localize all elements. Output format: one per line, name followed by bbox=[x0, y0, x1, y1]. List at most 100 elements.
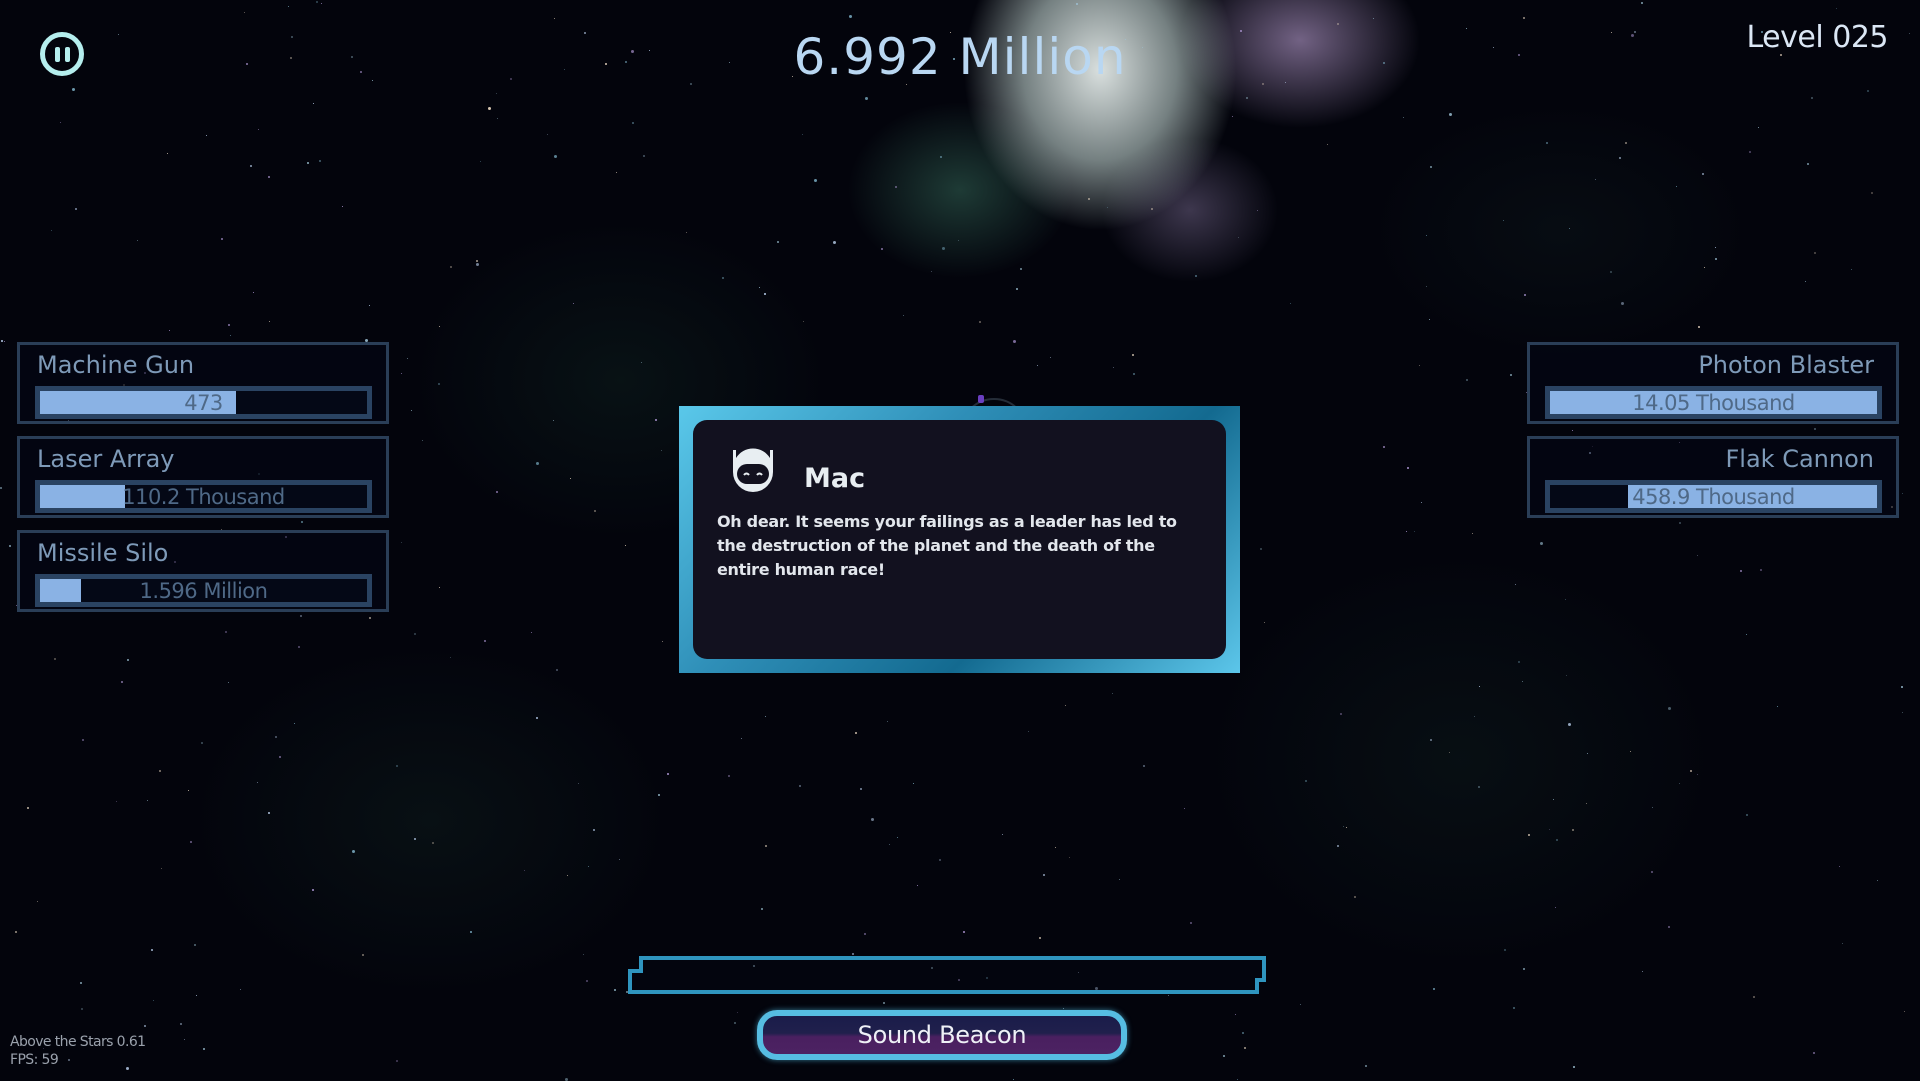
star bbox=[1257, 209, 1259, 211]
star bbox=[1697, 554, 1699, 556]
dialog-box[interactable]: Mac Oh dear. It seems your failings as a… bbox=[679, 406, 1240, 673]
star bbox=[764, 845, 767, 848]
weapon-panel-missile-silo[interactable]: Missile Silo 1.596 Million bbox=[17, 530, 389, 612]
star bbox=[14, 930, 17, 933]
star bbox=[1777, 705, 1779, 707]
star bbox=[1715, 247, 1717, 249]
star bbox=[870, 817, 874, 821]
star bbox=[897, 836, 899, 838]
score-display: 6.992 Million bbox=[793, 28, 1127, 86]
star bbox=[1746, 634, 1748, 636]
weapon-panel-laser-array[interactable]: Laser Array 110.2 Thousand bbox=[17, 436, 389, 518]
star bbox=[1567, 722, 1571, 726]
star bbox=[1222, 1055, 1225, 1058]
star bbox=[169, 329, 171, 331]
star bbox=[777, 241, 780, 244]
star bbox=[660, 450, 662, 452]
star bbox=[1237, 236, 1239, 238]
star bbox=[930, 270, 932, 272]
weapon-value: 1.596 Million bbox=[139, 578, 268, 603]
star bbox=[1118, 879, 1120, 881]
star bbox=[524, 869, 526, 871]
star bbox=[1339, 713, 1342, 716]
star bbox=[469, 931, 472, 934]
star bbox=[1019, 267, 1022, 270]
star bbox=[1246, 96, 1249, 99]
star bbox=[1131, 354, 1134, 357]
star bbox=[1065, 704, 1067, 706]
star bbox=[902, 315, 904, 317]
star bbox=[942, 247, 946, 251]
star bbox=[1760, 568, 1763, 571]
star bbox=[1509, 373, 1512, 376]
weapon-panel-machine-gun[interactable]: Machine Gun 473 bbox=[17, 342, 389, 424]
star bbox=[640, 362, 642, 364]
weapon-bar: 473 bbox=[35, 386, 372, 419]
star bbox=[833, 241, 837, 245]
star bbox=[1867, 89, 1870, 92]
star bbox=[798, 785, 801, 788]
star bbox=[553, 419, 555, 421]
star bbox=[1739, 570, 1742, 573]
star bbox=[1540, 541, 1544, 545]
star bbox=[1472, 532, 1474, 534]
star bbox=[244, 11, 246, 13]
star bbox=[439, 587, 441, 589]
fps-counter: FPS: 59 bbox=[10, 1052, 59, 1068]
level-indicator: Level 025 bbox=[1746, 20, 1889, 55]
star bbox=[577, 782, 579, 784]
star bbox=[160, 867, 162, 869]
star bbox=[1354, 895, 1357, 898]
star bbox=[963, 931, 966, 934]
star bbox=[59, 122, 61, 124]
star bbox=[624, 545, 626, 547]
star bbox=[1745, 813, 1748, 816]
star bbox=[1524, 294, 1527, 297]
star bbox=[1113, 367, 1115, 369]
star bbox=[535, 462, 539, 466]
star bbox=[230, 335, 232, 337]
star bbox=[855, 731, 858, 734]
weapon-panel-photon-blaster[interactable]: Photon Blaster 14.05 Thousand bbox=[1527, 342, 1899, 424]
star bbox=[658, 793, 661, 796]
star bbox=[958, 239, 960, 241]
weapon-value: 14.05 Thousand bbox=[1632, 390, 1795, 415]
sound-beacon-button[interactable]: Sound Beacon bbox=[757, 1010, 1127, 1060]
star bbox=[1430, 165, 1433, 168]
star bbox=[439, 325, 441, 327]
star bbox=[1028, 730, 1030, 732]
beacon-progress-frame bbox=[628, 956, 1266, 994]
star bbox=[1503, 948, 1506, 951]
star bbox=[1243, 1046, 1246, 1049]
star bbox=[53, 657, 56, 660]
star bbox=[1345, 827, 1347, 829]
star bbox=[1407, 467, 1410, 470]
star bbox=[1714, 257, 1717, 260]
star bbox=[1650, 871, 1653, 874]
star bbox=[167, 152, 169, 154]
star bbox=[1305, 780, 1308, 783]
star bbox=[554, 18, 556, 20]
star bbox=[1111, 693, 1113, 695]
star bbox=[1133, 372, 1136, 375]
star bbox=[1624, 142, 1627, 144]
star bbox=[1901, 492, 1903, 494]
star bbox=[1876, 879, 1878, 881]
star bbox=[183, 1039, 185, 1041]
star bbox=[1569, 228, 1571, 230]
star bbox=[1749, 151, 1752, 154]
star bbox=[1640, 2, 1643, 5]
star bbox=[1299, 1003, 1301, 1005]
star bbox=[1904, 1010, 1906, 1012]
weapon-panel-flak-cannon[interactable]: Flak Cannon 458.9 Thousand bbox=[1527, 436, 1899, 518]
star bbox=[1474, 716, 1476, 718]
star bbox=[71, 88, 75, 92]
star bbox=[268, 811, 271, 814]
star bbox=[127, 658, 130, 661]
star bbox=[293, 722, 295, 724]
star bbox=[1697, 773, 1699, 775]
star bbox=[586, 980, 589, 983]
star bbox=[1668, 706, 1672, 710]
star bbox=[368, 616, 371, 619]
star bbox=[737, 1012, 739, 1014]
